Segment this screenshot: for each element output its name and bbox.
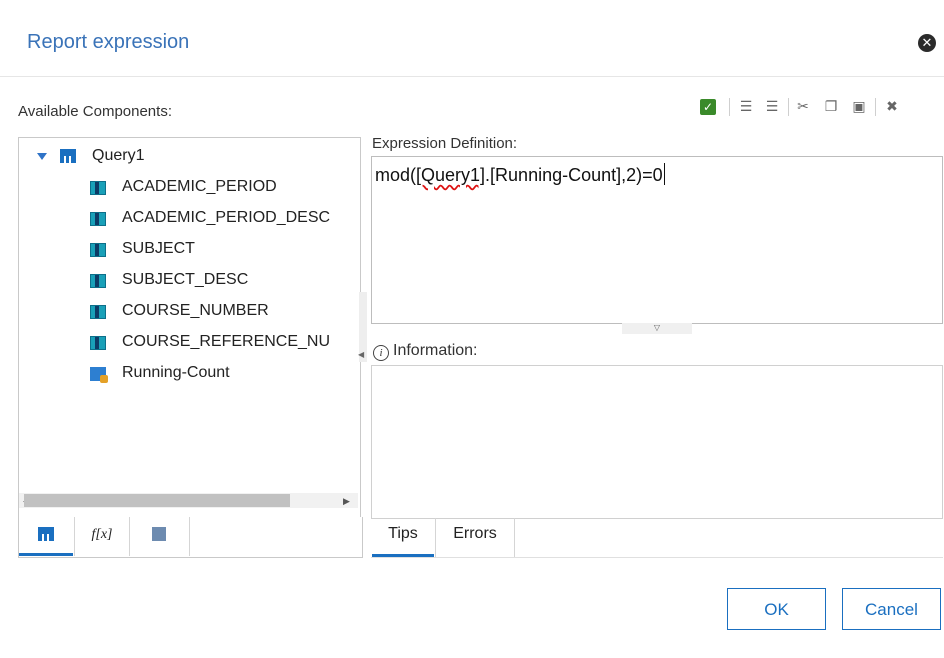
data-item-icon — [90, 274, 106, 288]
info-icon: i — [373, 345, 389, 361]
functions-tab-icon: f[x] — [91, 527, 113, 542]
tree-item[interactable]: COURSE_REFERENCE_NU — [122, 331, 330, 353]
resize-handle[interactable]: ▽ — [622, 323, 692, 334]
toolbar-separator — [729, 98, 730, 116]
data-items-tab-icon — [38, 527, 54, 544]
information-panel — [371, 365, 943, 519]
expression-text[interactable]: mod([Query1].[Running-Count],2)=0 — [375, 163, 665, 186]
data-item-values-tab-icon — [152, 527, 166, 541]
paste-icon[interactable]: ▣ — [850, 97, 868, 115]
tree-item[interactable]: SUBJECT_DESC — [122, 269, 248, 291]
tree-item[interactable]: ACADEMIC_PERIOD — [122, 176, 277, 198]
data-item-icon — [90, 305, 106, 319]
data-item-icon — [90, 212, 106, 226]
tree-item[interactable]: ACADEMIC_PERIOD_DESC — [122, 207, 330, 229]
available-components-label: Available Components: — [18, 103, 172, 120]
right-tabs-divider — [371, 557, 943, 558]
tab-functions[interactable]: f[x] — [74, 517, 130, 556]
validate-icon[interactable]: ✓ — [700, 99, 716, 115]
tab-data-items[interactable] — [19, 517, 73, 556]
scrollbar-thumb[interactable] — [24, 494, 290, 507]
expression-part: mod( — [375, 165, 417, 185]
tree-item-query1[interactable]: Query1 — [92, 145, 144, 167]
collapse-left-icon[interactable]: ◀ — [358, 350, 364, 359]
data-item-icon — [90, 243, 106, 257]
expand-caret-icon[interactable] — [37, 153, 47, 160]
tab-data-item-values[interactable] — [129, 517, 190, 556]
close-icon[interactable]: ✕ — [918, 34, 936, 52]
information-label-text: Information: — [393, 342, 478, 359]
tab-tips[interactable]: Tips — [372, 518, 434, 557]
ok-button[interactable]: OK — [727, 588, 826, 630]
toolbar-separator — [875, 98, 876, 116]
scroll-right-icon[interactable]: ▶ — [343, 496, 350, 507]
expression-part: .[Running-Count],2)=0 — [485, 165, 663, 185]
toolbar-separator — [788, 98, 789, 116]
dialog-title: Report expression — [27, 31, 190, 53]
tree-item[interactable]: Running-Count — [122, 362, 230, 384]
title-divider — [0, 76, 944, 77]
data-item-icon — [90, 336, 106, 350]
clear-icon[interactable]: ✖ — [883, 97, 901, 115]
copy-icon[interactable]: ❐ — [822, 97, 840, 115]
information-label: i Information: — [373, 342, 477, 361]
cancel-button[interactable]: Cancel — [842, 588, 941, 630]
expression-part-misspelled: [Query1] — [416, 165, 486, 185]
uncomment-icon[interactable]: ☰ — [763, 97, 781, 115]
tab-errors[interactable]: Errors — [435, 518, 515, 557]
text-caret — [663, 163, 665, 185]
expression-definition-label: Expression Definition: — [372, 135, 518, 152]
data-item-icon — [90, 181, 106, 195]
tree-item[interactable]: SUBJECT — [122, 238, 195, 260]
query-icon — [60, 149, 76, 166]
cut-icon[interactable]: ✂ — [794, 97, 812, 115]
calculation-icon — [90, 367, 108, 383]
tree-item[interactable]: COURSE_NUMBER — [122, 300, 269, 322]
comment-icon[interactable]: ☰ — [737, 97, 755, 115]
